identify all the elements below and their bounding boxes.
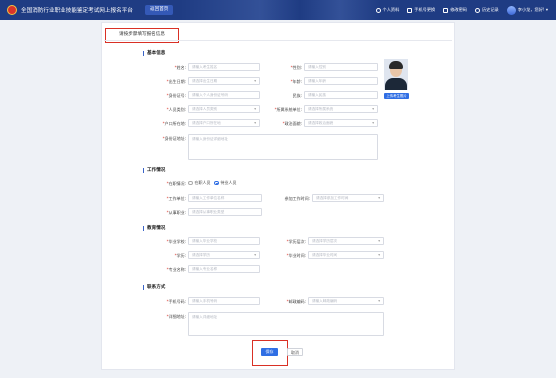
work-years-label: 参加工作时间: [284,196,310,201]
mobile-input[interactable]: 请输入手机号码 [188,297,260,305]
birth-date-select[interactable]: 请选择出生日期 ▾ [188,77,260,85]
gender-input[interactable]: 请输入性别 [304,63,378,71]
home-button[interactable]: 返回首页 [145,5,174,15]
upload-photo-button[interactable]: 上传考生照片 [384,93,409,99]
nav-label: 修改密码 [450,7,467,12]
school-input[interactable]: 请输入毕业学校 [188,237,260,245]
nav-change-phone[interactable]: 手机号更换 [407,7,435,13]
birth-label: *出生日期: [166,79,186,84]
degree-label: *学历层次: [286,239,306,244]
work-unit-label: *工作单位: [166,196,186,201]
address-label: *身份证地址: [162,136,186,141]
postal-label: *邮政编码: [286,299,306,304]
edu-label: *学历: [174,253,186,258]
school-label: *毕业学校: [166,239,186,244]
nav-user-menu[interactable]: 李小龙，您好! ▾ [506,5,548,15]
politics-label: *政治面貌: [282,121,302,126]
age-input[interactable]: 请输入年龄 [304,77,378,85]
app-title: 全国消防行业职业技能鉴定考试网上报名平台 [21,8,133,14]
lock-icon [443,7,449,13]
work-years-select[interactable]: 请选择参加工作时间 ▾ [312,194,384,202]
job-select[interactable]: 请选择从事职业类型 [188,208,262,216]
postal-select[interactable]: 请输入邮政编码 ▾ [308,297,384,305]
idcard-input[interactable]: 请输入个人身份证号码 [188,91,260,99]
section-education: 教育情况 [143,226,165,231]
top-nav-bar: 全国消防行业职业技能鉴定考试网上报名平台 返回首页 个人资料 手机号更换 修改密… [0,0,556,20]
sector-label: *所属系统单位: [274,107,302,112]
header-decoration [180,0,380,20]
name-input[interactable]: 请输入考生姓名 [188,63,260,71]
degree-select[interactable]: 请选择学历层次 ▾ [308,237,384,245]
job-label: *从事职业: [166,210,186,215]
section-contact: 联系方式 [143,285,165,290]
idcard-label: *身份证号: [166,93,186,98]
nav-label: 个人资料 [382,7,400,12]
idcard-address-textarea[interactable]: 请输入身份证详细地址 [188,134,378,160]
politics-select[interactable]: 请选择政治面貌 ▾ [304,119,378,127]
detail-address-label: *详细地址: [166,314,186,319]
save-button[interactable]: 保存 [261,348,278,356]
hukou-label: *户口所在地: [162,121,186,126]
registration-form-panel: 请按步骤填写报名信息 基本信息 *姓名: 请输入考生姓名 *性别: 请输入性别 … [101,22,455,370]
nav-change-password[interactable]: 修改密码 [443,7,467,13]
nation-input[interactable]: 请输入民族 [304,91,378,99]
section-basic-info: 基本信息 [143,51,165,56]
nav-profile[interactable]: 个人资料 [375,7,400,13]
work-status-label: *在职情况: [166,181,186,186]
name-label: *姓名: [174,65,186,70]
category-label: *人员类别: [166,107,186,112]
nav-username: 李小龙，您好! ▾ [517,7,548,12]
nation-label: 民族: [292,93,302,98]
fire-emblem-icon [7,5,17,15]
grad-time-select[interactable]: 请选择毕业时间 ▾ [308,251,384,259]
hukou-select[interactable]: 请选择户口所在地 ▾ [188,119,260,127]
clock-icon [474,7,480,13]
candidate-photo [384,59,408,90]
nav-label: 手机号更换 [414,7,436,12]
radio-employed[interactable]: 在职人员 [188,180,211,186]
radio-icon [188,180,193,186]
detail-address-textarea[interactable]: 请输入详细地址 [188,312,384,336]
radio-checked-icon [214,180,219,186]
edu-select[interactable]: 请选择学历 ▾ [188,251,260,259]
nav-label: 历史记录 [481,7,499,12]
sector-select[interactable]: 请选择所属系统 ▾ [304,105,378,113]
cancel-button[interactable]: 取消 [287,348,303,356]
work-unit-input[interactable]: 请输入工作单位名称 [188,194,262,202]
user-nav: 个人资料 手机号更换 修改密码 历史记录 李小龙，您好! ▾ [375,0,548,20]
user-icon [375,7,381,13]
section-work: 工作情况 [143,168,165,173]
divider [104,40,452,41]
major-input[interactable]: 请输入专业名称 [188,265,260,273]
phone-icon [407,7,413,13]
nav-history[interactable]: 历史记录 [474,7,499,13]
mobile-label: *手机号码: [166,299,186,304]
gender-label: *性别: [290,65,302,70]
radio-unemployed[interactable]: 待业人员 [214,180,237,186]
age-label: *年龄: [290,79,302,84]
category-select[interactable]: 请选择人员类别 ▾ [188,105,260,113]
grad-time-label: *毕业时间: [286,253,306,258]
avatar [506,5,516,15]
major-label: *专业名称: [166,267,186,272]
